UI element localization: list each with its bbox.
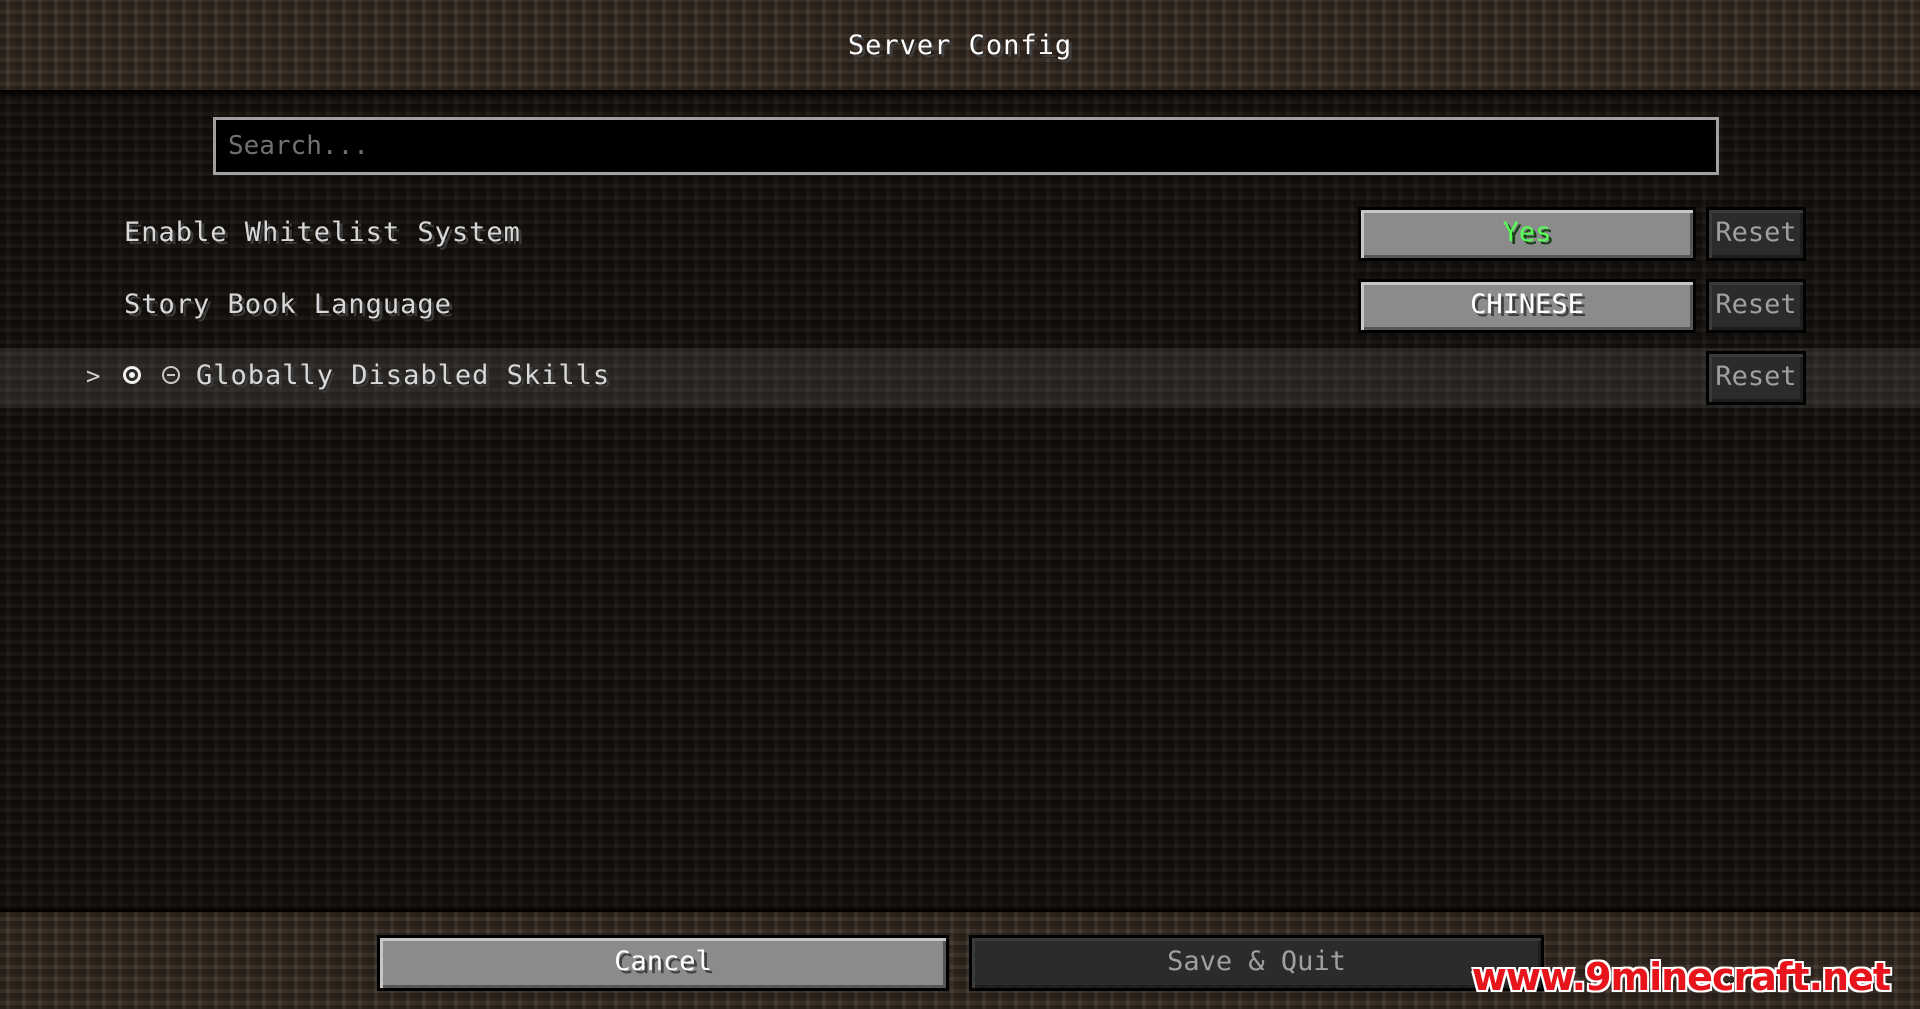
list-bottom-shadow <box>0 904 1920 912</box>
language-cycle-button[interactable]: CHINESE <box>1358 279 1696 333</box>
save-and-quit-button[interactable]: Save & Quit <box>969 935 1544 991</box>
watermark-logo: www.9minecraft.net <box>1471 955 1891 999</box>
radio-selected-icon[interactable] <box>123 366 141 384</box>
reset-button-disabled-skills[interactable]: Reset <box>1706 351 1806 405</box>
chevron-right-icon[interactable]: > <box>86 362 100 390</box>
cancel-button[interactable]: Cancel <box>377 935 949 991</box>
search-input[interactable] <box>226 130 1706 162</box>
search-box[interactable] <box>213 117 1719 175</box>
minus-circle-icon[interactable] <box>162 366 180 384</box>
reset-button-language[interactable]: Reset <box>1706 279 1806 333</box>
config-label-language: Story Book Language <box>124 289 452 320</box>
whitelist-toggle-button[interactable]: Yes <box>1358 207 1696 261</box>
server-config-screen: Server Config Enable Whitelist System Ye… <box>0 0 1920 1009</box>
reset-button-whitelist[interactable]: Reset <box>1706 207 1806 261</box>
config-row-disabled-skills[interactable]: > Globally Disabled Skills Reset <box>0 348 1920 408</box>
config-row-whitelist: Enable Whitelist System Yes Reset <box>0 205 1920 263</box>
page-title: Server Config <box>847 30 1073 61</box>
config-label-whitelist: Enable Whitelist System <box>124 217 521 248</box>
config-row-language: Story Book Language CHINESE Reset <box>0 277 1920 335</box>
config-label-disabled-skills: Globally Disabled Skills <box>196 360 611 391</box>
list-top-shadow <box>0 90 1920 98</box>
